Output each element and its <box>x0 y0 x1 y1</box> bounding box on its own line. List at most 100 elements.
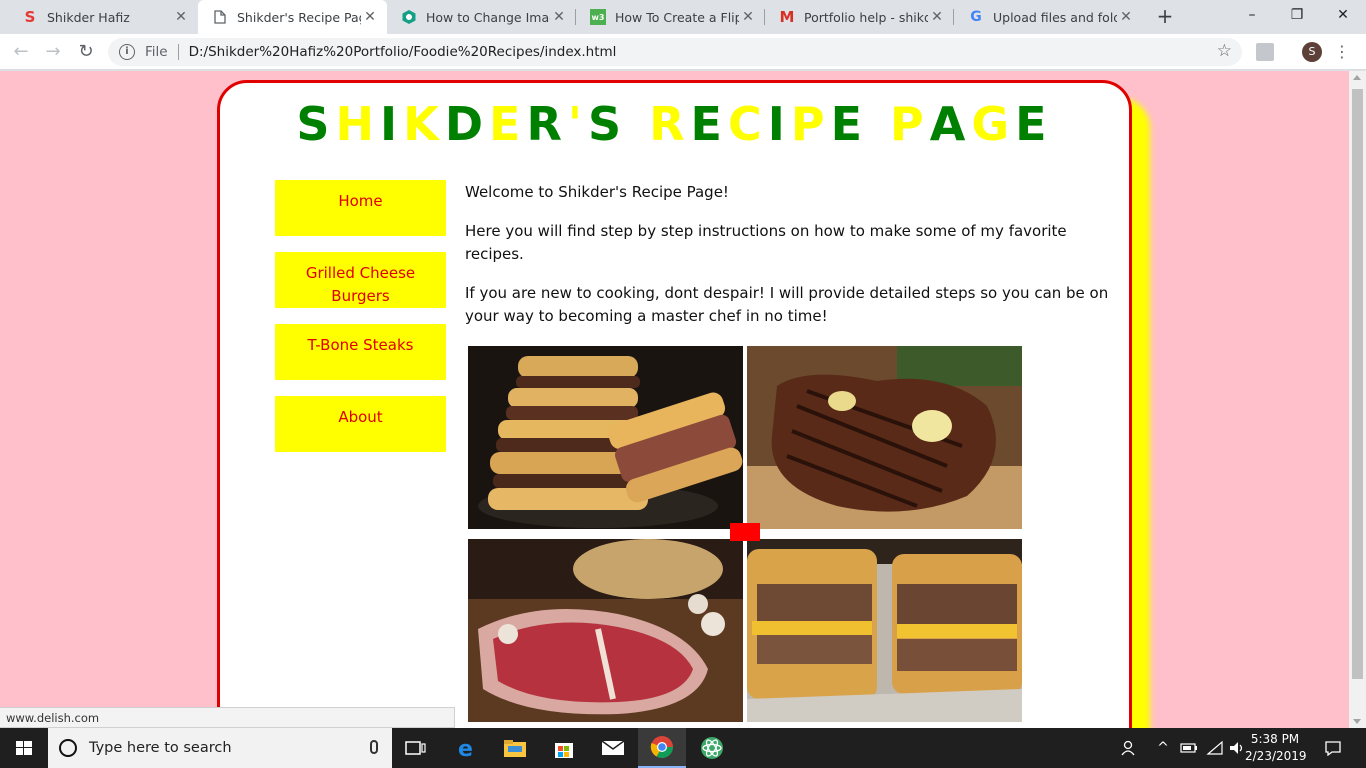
title-letter: S <box>296 97 336 151</box>
nav-home-button[interactable]: Home <box>275 180 446 236</box>
title-letter: E <box>830 97 869 151</box>
address-bar[interactable]: i File D:/Shikder%20Hafiz%20Portfolio/Fo… <box>108 38 1242 66</box>
minimize-button[interactable]: – <box>1229 0 1275 30</box>
url-divider <box>177 44 179 60</box>
tab-upload-files[interactable]: G Upload files and folders ✕ <box>954 0 1143 34</box>
close-icon[interactable]: ✕ <box>928 9 946 25</box>
title-letter: E <box>489 97 527 151</box>
page-scrollbar[interactable] <box>1349 71 1366 728</box>
atom-icon[interactable] <box>688 728 736 768</box>
title-letter: H <box>335 97 381 151</box>
notifications-icon[interactable] <box>1320 728 1346 768</box>
chrome-icon[interactable] <box>638 728 686 768</box>
close-icon[interactable]: ✕ <box>172 9 190 25</box>
close-icon[interactable]: ✕ <box>1117 9 1135 25</box>
tab-label: Shikder Hafiz <box>47 9 130 25</box>
microphone-icon[interactable] <box>370 740 378 754</box>
clock-date: 2/23/2019 <box>1245 749 1307 763</box>
info-icon[interactable]: i <box>119 44 135 60</box>
back-arrow-icon[interactable]: ← <box>9 40 33 64</box>
close-icon[interactable]: ✕ <box>550 9 568 25</box>
tab-label: How to Change Image <box>426 9 550 25</box>
title-letter: D <box>444 97 490 151</box>
url-scheme: File <box>145 44 168 60</box>
title-letter: ' <box>567 97 588 151</box>
profile-avatar[interactable]: S <box>1302 42 1322 62</box>
intro-content: Welcome to Shikder's Recipe Page! Here y… <box>465 181 1110 344</box>
tab-label: Shikder's Recipe Page <box>237 9 361 25</box>
close-window-button[interactable]: ✕ <box>1320 0 1366 30</box>
people-icon[interactable] <box>1118 728 1140 768</box>
title-letter: A <box>929 97 972 151</box>
tab-recipe-page[interactable]: Shikder's Recipe Page ✕ <box>198 0 387 34</box>
edge-icon[interactable]: e <box>443 728 491 768</box>
forward-arrow-icon[interactable]: → <box>41 40 65 64</box>
raw-t-bone-steak-photo[interactable] <box>468 539 743 722</box>
scrollbar-thumb[interactable] <box>1352 89 1363 679</box>
new-tab-button[interactable]: + <box>1154 5 1176 27</box>
restore-button[interactable]: ❐ <box>1274 0 1320 30</box>
svg-text:e: e <box>458 737 473 759</box>
title-letter: R <box>526 97 568 151</box>
close-icon[interactable]: ✕ <box>739 9 757 25</box>
tab-change-image[interactable]: How to Change Image ✕ <box>387 0 576 34</box>
menu-dots-icon[interactable]: ⋮ <box>1334 40 1350 64</box>
sidebar-nav: Home Grilled Cheese Burgers T-Bone Steak… <box>275 180 446 468</box>
grilled-t-bone-steak-photo[interactable] <box>747 346 1022 529</box>
scroll-up-arrow-icon[interactable] <box>1353 75 1361 80</box>
url-text[interactable]: D:/Shikder%20Hafiz%20Portfolio/Foodie%20… <box>189 44 617 60</box>
red-marker <box>730 523 760 541</box>
scroll-down-arrow-icon[interactable] <box>1353 719 1361 724</box>
store-icon[interactable] <box>540 728 588 768</box>
taskbar-clock[interactable]: 5:38 PM 2/23/2019 <box>1245 731 1307 765</box>
windows-logo-icon <box>16 741 32 755</box>
extension-icon[interactable] <box>1256 43 1274 61</box>
close-icon[interactable]: ✕ <box>361 9 379 25</box>
reload-icon[interactable]: ↻ <box>74 40 98 64</box>
nav-about-button[interactable]: About <box>275 396 446 452</box>
nav-grilled-cheese-burgers-button[interactable]: Grilled Cheese Burgers <box>275 252 446 308</box>
title-letter <box>627 97 649 151</box>
tab-shikder-hafiz[interactable]: S Shikder Hafiz ✕ <box>8 0 198 34</box>
gmail-icon: M <box>779 8 795 26</box>
page-viewport: SHIKDER'S RECIPE PAGE Home Grilled Chees… <box>0 71 1349 728</box>
title-letter: S <box>587 97 628 151</box>
clock-time: 5:38 PM <box>1250 732 1300 746</box>
recipe-card: SHIKDER'S RECIPE PAGE Home Grilled Chees… <box>217 80 1132 728</box>
tab-flip-card[interactable]: w3 How To Create a Flip Ca ✕ <box>576 0 765 34</box>
mail-icon[interactable] <box>589 728 637 768</box>
title-letter: E <box>1015 97 1053 151</box>
encouragement-text: If you are new to cooking, dont despair!… <box>465 284 1109 325</box>
welcome-text: Welcome to Shikder's Recipe Page! <box>465 183 729 201</box>
task-view-icon[interactable] <box>392 728 440 768</box>
search-placeholder: Type here to search <box>89 740 232 756</box>
title-letter: I <box>767 97 791 151</box>
file-explorer-icon[interactable] <box>491 728 539 768</box>
title-letter: K <box>403 97 445 151</box>
title-letter: P <box>790 97 831 151</box>
cortana-icon <box>59 739 77 757</box>
grilled-cheese-burger-stack-photo[interactable] <box>468 346 743 529</box>
w3schools-icon: w3 <box>590 9 606 25</box>
title-letter: G <box>971 97 1016 151</box>
s-logo-icon: S <box>24 8 36 26</box>
title-letter: R <box>649 97 691 151</box>
tab-divider <box>764 9 765 25</box>
show-hidden-icons-chevron-icon[interactable]: ^ <box>1154 728 1172 768</box>
tab-portfolio-help[interactable]: M Portfolio help - shikder ✕ <box>765 0 954 34</box>
bookmark-star-icon[interactable]: ☆ <box>1217 41 1232 61</box>
nav-t-bone-steaks-button[interactable]: T-Bone Steaks <box>275 324 446 380</box>
tab-divider <box>953 9 954 25</box>
battery-icon[interactable] <box>1178 728 1200 768</box>
page-title: SHIKDER'S RECIPE PAGE <box>220 97 1129 151</box>
title-letter: E <box>690 97 728 151</box>
windows-taskbar: Type here to search e ^ 5:38 PM 2/23/201… <box>0 728 1366 768</box>
tab-label: Upload files and folders <box>993 9 1117 25</box>
wifi-icon[interactable] <box>1204 728 1226 768</box>
grilled-cheese-burger-cut-photo[interactable] <box>747 539 1022 722</box>
start-button[interactable] <box>0 728 48 768</box>
title-letter: I <box>380 97 404 151</box>
taskbar-search-box[interactable]: Type here to search <box>48 728 392 768</box>
browser-toolbar: ← → ↻ i File D:/Shikder%20Hafiz%20Portfo… <box>0 34 1366 70</box>
title-letter: P <box>890 97 930 151</box>
